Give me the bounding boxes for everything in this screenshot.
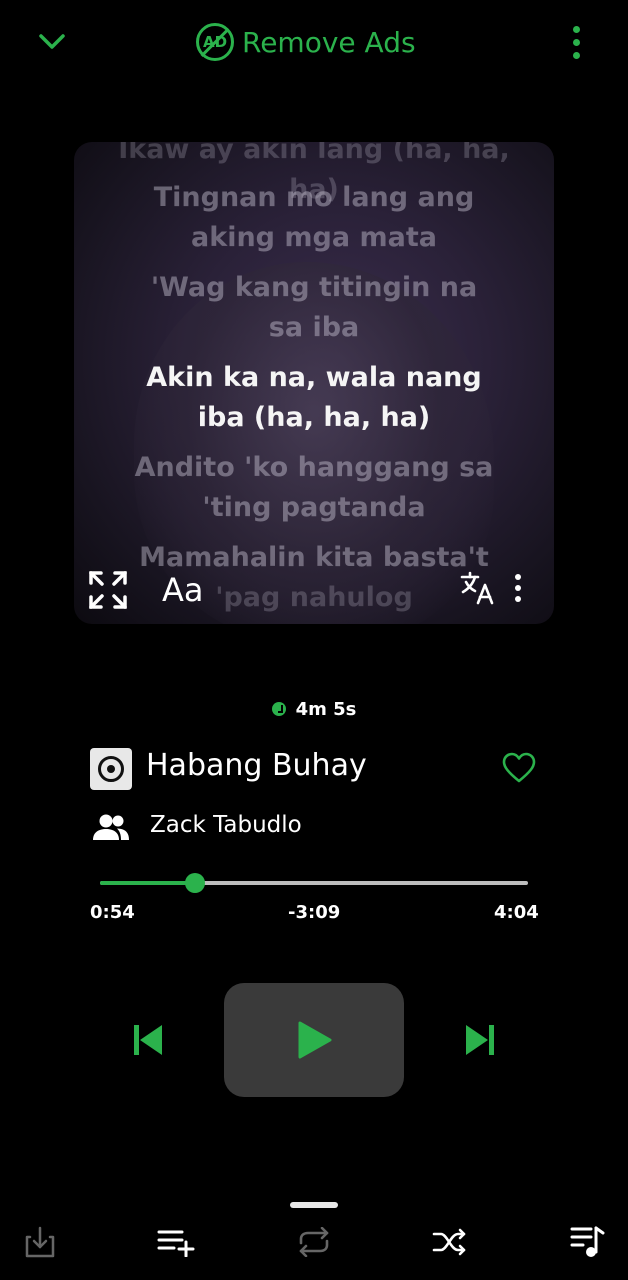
translate-button[interactable] <box>458 566 498 610</box>
shuffle-button[interactable] <box>428 1220 472 1264</box>
collapse-button[interactable] <box>32 24 72 60</box>
lyrics-panel[interactable]: Ikaw ay akin lang (ha, ha, ha) Tingnan m… <box>74 142 554 624</box>
lyric-line: 'Wag kang titingin na <box>150 272 478 303</box>
play-button[interactable] <box>224 983 404 1097</box>
queue-music-icon <box>570 1226 605 1257</box>
remove-ads-label: Remove Ads <box>242 25 416 59</box>
playlist-add-icon <box>157 1230 195 1257</box>
font-size-button[interactable]: Aa <box>162 568 204 612</box>
playback-controls <box>0 980 628 1100</box>
bottom-toolbar <box>0 1216 628 1266</box>
lyric-line-current: Akin ka na, wala nang <box>146 362 482 393</box>
sleep-timer[interactable]: 4m 5s <box>0 694 628 724</box>
chevron-down-icon <box>39 34 65 49</box>
track-title[interactable]: Habang Buhay <box>146 748 367 783</box>
top-bar: AD Remove Ads <box>0 0 628 84</box>
repeat-button[interactable] <box>292 1220 336 1264</box>
seek-progress <box>100 881 195 885</box>
drag-handle[interactable] <box>290 1202 338 1208</box>
no-ads-icon: AD <box>196 23 234 61</box>
play-icon <box>298 1021 332 1059</box>
more-vertical-icon <box>515 574 521 580</box>
remove-ads-button[interactable]: AD Remove Ads <box>196 20 416 64</box>
album-icon[interactable] <box>90 748 132 790</box>
lyric-line: Andito 'ko hanggang sa <box>134 452 494 483</box>
clock-icon <box>271 702 286 716</box>
elapsed-time: 0:54 <box>90 902 135 923</box>
artist-name: Zack Tabudlo <box>150 812 302 838</box>
seek-thumb[interactable] <box>185 873 205 893</box>
repeat-icon <box>299 1227 329 1257</box>
sleep-timer-label: 4m 5s <box>295 698 357 720</box>
queue-button[interactable] <box>566 1220 610 1264</box>
lyric-line-current: iba (ha, ha, ha) <box>197 402 431 433</box>
lyrics-more-button[interactable] <box>506 566 530 610</box>
total-time: 4:04 <box>494 902 539 923</box>
seek-bar[interactable] <box>100 870 528 896</box>
lyric-line: sa iba <box>268 312 360 343</box>
lyric-line: aking mga mata <box>191 222 437 253</box>
lyrics-controls: Aa <box>74 562 554 624</box>
heart-icon[interactable] <box>502 752 536 784</box>
download-button[interactable] <box>18 1220 62 1264</box>
skip-previous-icon[interactable] <box>126 1020 170 1060</box>
translate-icon <box>460 571 494 605</box>
lyric-line: 'ting pagtanda <box>202 492 426 523</box>
lyrics-text: Ikaw ay akin lang (ha, ha, ha) Tingnan m… <box>74 142 554 624</box>
more-options-button[interactable] <box>560 22 592 62</box>
artist-info[interactable]: Zack Tabudlo <box>92 808 492 846</box>
expand-icon <box>89 571 127 609</box>
add-to-playlist-button[interactable] <box>154 1220 198 1264</box>
people-icon <box>93 814 129 840</box>
more-vertical-icon <box>572 25 580 33</box>
fullscreen-lyrics-button[interactable] <box>84 566 132 614</box>
lyric-line: Tingnan mo lang ang <box>153 182 475 213</box>
track-info: Habang Buhay <box>90 746 550 792</box>
skip-next-icon[interactable] <box>458 1020 502 1060</box>
shuffle-icon <box>432 1228 466 1256</box>
download-icon <box>25 1226 55 1258</box>
remaining-time: -3:09 <box>288 902 341 923</box>
